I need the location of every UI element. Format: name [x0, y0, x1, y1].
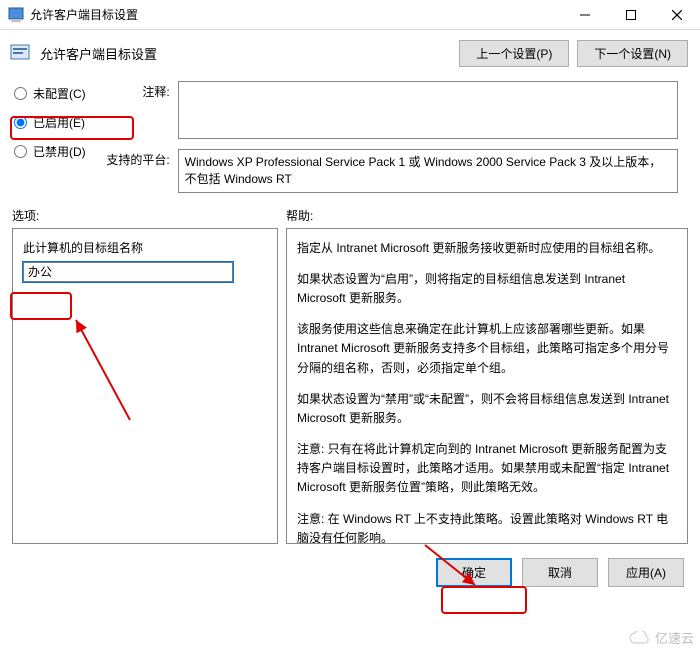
- next-setting-button[interactable]: 下一个设置(N): [577, 40, 688, 67]
- radio-not-configured-input[interactable]: [14, 87, 27, 100]
- window-controls: [562, 0, 700, 29]
- help-text: 如果状态设置为“禁用”或“未配置”，则不会将目标组信息发送到 Intranet …: [297, 390, 677, 428]
- close-button[interactable]: [654, 0, 700, 30]
- config-state-group: 未配置(C) 已启用(E) 已禁用(D): [14, 81, 86, 193]
- header-row: 允许客户端目标设置 上一个设置(P) 下一个设置(N): [0, 30, 700, 75]
- cloud-icon: [629, 631, 651, 645]
- app-icon: [8, 7, 24, 23]
- comment-textarea[interactable]: [178, 81, 678, 139]
- maximize-button[interactable]: [608, 0, 654, 30]
- previous-setting-button[interactable]: 上一个设置(P): [459, 40, 569, 67]
- dialog-footer: 确定 取消 应用(A): [0, 552, 700, 599]
- comment-label: 注释:: [94, 81, 170, 139]
- window-title: 允许客户端目标设置: [30, 6, 562, 23]
- apply-button[interactable]: 应用(A): [608, 558, 684, 587]
- watermark: 亿速云: [629, 628, 694, 647]
- page-title: 允许客户端目标设置: [40, 44, 449, 63]
- titlebar: 允许客户端目标设置: [0, 0, 700, 30]
- help-text: 注意: 只有在将此计算机定向到的 Intranet Microsoft 更新服务…: [297, 440, 677, 498]
- supported-platforms-box: Windows XP Professional Service Pack 1 或…: [178, 149, 678, 193]
- radio-disabled-input[interactable]: [14, 145, 27, 158]
- platform-label: 支持的平台:: [94, 149, 170, 193]
- radio-disabled[interactable]: 已禁用(D): [14, 143, 86, 160]
- radio-enabled-input[interactable]: [14, 116, 27, 129]
- target-group-input[interactable]: [23, 262, 233, 282]
- help-text: 该服务使用这些信息来确定在此计算机上应该部署哪些更新。如果 Intranet M…: [297, 320, 677, 378]
- help-pane[interactable]: 指定从 Intranet Microsoft 更新服务接收更新时应使用的目标组名…: [286, 228, 688, 544]
- help-text: 如果状态设置为“启用”，则将指定的目标组信息发送到 Intranet Micro…: [297, 270, 677, 308]
- minimize-button[interactable]: [562, 0, 608, 30]
- help-text: 指定从 Intranet Microsoft 更新服务接收更新时应使用的目标组名…: [297, 239, 677, 258]
- radio-not-configured-label: 未配置(C): [33, 85, 86, 102]
- radio-not-configured[interactable]: 未配置(C): [14, 85, 86, 102]
- options-pane: 此计算机的目标组名称: [12, 228, 278, 544]
- options-pane-label: 选项:: [12, 207, 278, 224]
- help-pane-label: 帮助:: [286, 207, 688, 224]
- help-text: 注意: 在 Windows RT 上不支持此策略。设置此策略对 Windows …: [297, 510, 677, 544]
- radio-disabled-label: 已禁用(D): [33, 143, 86, 160]
- radio-enabled[interactable]: 已启用(E): [14, 114, 86, 131]
- radio-enabled-label: 已启用(E): [33, 114, 85, 131]
- policy-icon: [10, 44, 30, 64]
- cancel-button[interactable]: 取消: [522, 558, 598, 587]
- ok-button[interactable]: 确定: [436, 558, 512, 587]
- watermark-text: 亿速云: [655, 628, 694, 647]
- target-group-label: 此计算机的目标组名称: [23, 239, 267, 256]
